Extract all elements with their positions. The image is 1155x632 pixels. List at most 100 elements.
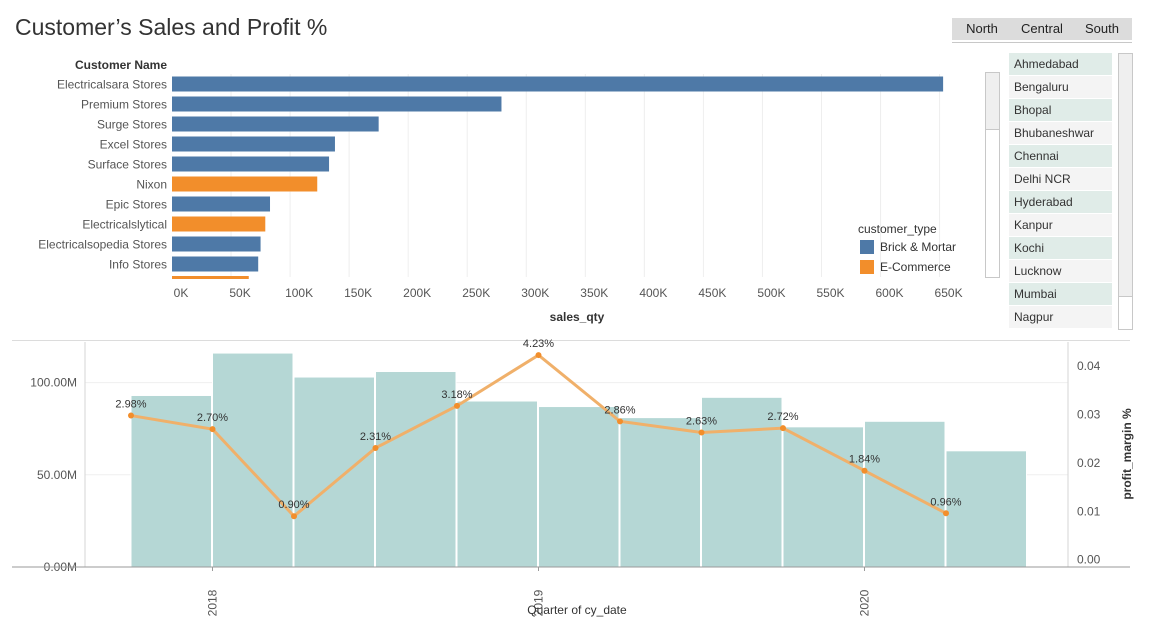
profit-margin-point[interactable] [780, 425, 786, 432]
sales-bar[interactable] [172, 236, 261, 252]
profit-margin-point[interactable] [291, 513, 297, 520]
city-item-delhi-ncr[interactable]: Delhi NCR [1009, 168, 1112, 190]
city-item-kanpur[interactable]: Kanpur [1009, 214, 1112, 236]
sales-bar[interactable] [172, 176, 318, 192]
sales-quarter-bar[interactable] [456, 400, 538, 568]
customer-name-label: Premium Stores [81, 98, 167, 112]
profit-margin-data-label: 2.31% [360, 431, 391, 443]
profit-margin-data-label: 2.70% [197, 412, 228, 424]
profit-margin-point[interactable] [372, 444, 379, 451]
city-item-bhubaneshwar[interactable]: Bhubaneshwar [1009, 122, 1112, 144]
left-y-tick-label: 100.00M [30, 376, 77, 390]
sales-bar[interactable] [172, 76, 944, 92]
profit-margin-point[interactable] [698, 429, 705, 436]
city-list-scroll-thumb[interactable] [1119, 54, 1132, 297]
profit-margin-data-label: 2.86% [604, 404, 635, 416]
x-tick-label: 0K [174, 286, 189, 300]
legend-title: customer_type [858, 222, 937, 236]
legend-label: E-Commerce [880, 260, 951, 274]
customer-name-label: Electricalslytical [82, 218, 167, 232]
city-filter-list: Ahmedabad Bengaluru Bhopal Bhubaneshwar … [1009, 53, 1133, 330]
sales-bar-chart: Electricalsara Stores Premium Stores Surge… [38, 58, 962, 324]
tab-central[interactable]: Central [1012, 18, 1072, 40]
sales-quarter-bar[interactable] [130, 394, 212, 568]
profit-margin-data-label: 2.98% [115, 399, 146, 411]
x-tick-label: 400K [639, 286, 667, 300]
sales-bar[interactable] [172, 96, 502, 112]
city-item-chennai[interactable]: Chennai [1009, 145, 1112, 167]
sales-quarter-bar[interactable] [375, 371, 457, 568]
sales-quarter-bar[interactable] [293, 376, 375, 568]
x-axis-label: Quarter of cy_date [527, 603, 627, 617]
x-tick-label: 550K [816, 286, 844, 300]
x-tick-label: 150K [344, 286, 372, 300]
x-tick-label: 350K [580, 286, 608, 300]
right-y-tick-label: 0.03 [1077, 408, 1101, 422]
city-item-bengaluru[interactable]: Bengaluru [1009, 76, 1112, 98]
profit-margin-point[interactable] [861, 467, 868, 474]
left-y-tick-label: 0.00M [44, 560, 77, 574]
sales-bar[interactable] [172, 216, 266, 232]
sales-bar[interactable] [172, 196, 271, 212]
profit-margin-point[interactable] [617, 418, 623, 425]
city-item-lucknow[interactable]: Lucknow [1009, 260, 1112, 282]
sales-quarter-bar[interactable] [945, 450, 1027, 568]
x-tick-label: 200K [403, 286, 431, 300]
x-tick-label: 500K [757, 286, 785, 300]
right-y-tick-label: 0.01 [1077, 504, 1101, 518]
bar-chart-scroll-thumb[interactable] [986, 73, 999, 130]
customer-name-label: Info Stores [109, 258, 167, 272]
legend-swatch [860, 260, 874, 274]
profit-margin-point[interactable] [454, 402, 460, 409]
sales-quarter-bar[interactable] [212, 352, 294, 568]
city-item-nagpur[interactable]: Nagpur [1009, 306, 1112, 328]
x-tick-label: 2018 [206, 589, 220, 616]
customer-name-label: Epic Stores [106, 198, 167, 212]
legend-swatch [860, 240, 874, 254]
right-y-tick-label: 0.02 [1077, 456, 1101, 470]
sales-bar[interactable] [172, 256, 259, 272]
sales-bar[interactable] [172, 136, 335, 152]
legend-item-e-commerce[interactable]: E-Commerce [860, 260, 951, 274]
city-item-kochi[interactable]: Kochi [1009, 237, 1112, 259]
tab-south[interactable]: South [1072, 18, 1132, 40]
sales-bar[interactable] [172, 156, 330, 172]
profit-margin-point[interactable] [535, 352, 542, 359]
sales-quarter-bar[interactable] [538, 406, 620, 568]
x-tick-label: 2020 [858, 589, 872, 616]
profit-margin-point[interactable] [128, 412, 134, 419]
sales-quarter-bar[interactable] [701, 396, 783, 568]
profit-margin-data-label: 0.90% [278, 499, 309, 511]
customer-name-header: Customer Name [75, 58, 167, 72]
profit-margin-line [130, 353, 947, 519]
x-axis-label: sales_qty [550, 310, 605, 324]
sales-quarter-bar[interactable] [864, 420, 946, 568]
customer-name-label: Surge Stores [97, 118, 167, 132]
x-tick-label: 450K [698, 286, 726, 300]
legend-item-brick-mortar[interactable]: Brick & Mortar [860, 240, 956, 254]
profit-margin-point[interactable] [209, 426, 216, 433]
profit-margin-point[interactable] [943, 510, 949, 517]
x-tick-label: 100K [285, 286, 313, 300]
legend-label: Brick & Mortar [880, 240, 957, 254]
section-divider [12, 340, 1130, 341]
city-item-mumbai[interactable]: Mumbai [1009, 283, 1112, 305]
x-tick-label: 2019 [532, 589, 546, 616]
city-item-hyderabad[interactable]: Hyderabad [1009, 191, 1112, 213]
sales-bar[interactable] [172, 276, 249, 279]
city-list-scrollbar[interactable] [1118, 53, 1133, 330]
sales-quarter-bar[interactable] [619, 417, 701, 568]
customer-name-label: Surface Stores [88, 158, 167, 172]
sales-bar[interactable] [172, 116, 379, 132]
sales-quarter-bar[interactable] [782, 426, 864, 568]
customer-name-label: Nixon [136, 178, 167, 192]
profit-margin-data-label: 2.63% [686, 415, 717, 427]
city-item-ahmedabad[interactable]: Ahmedabad [1009, 53, 1112, 75]
profit-margin-data-label: 2.72% [767, 411, 798, 423]
city-item-bhopal[interactable]: Bhopal [1009, 99, 1112, 121]
bar-chart-scrollbar[interactable] [985, 72, 1000, 278]
x-tick-label: 50K [229, 286, 250, 300]
profit-margin-data-label: 3.18% [441, 389, 472, 401]
profit-margin-data-label: 1.84% [849, 454, 880, 466]
right-y-tick-label: 0.04 [1077, 359, 1101, 373]
